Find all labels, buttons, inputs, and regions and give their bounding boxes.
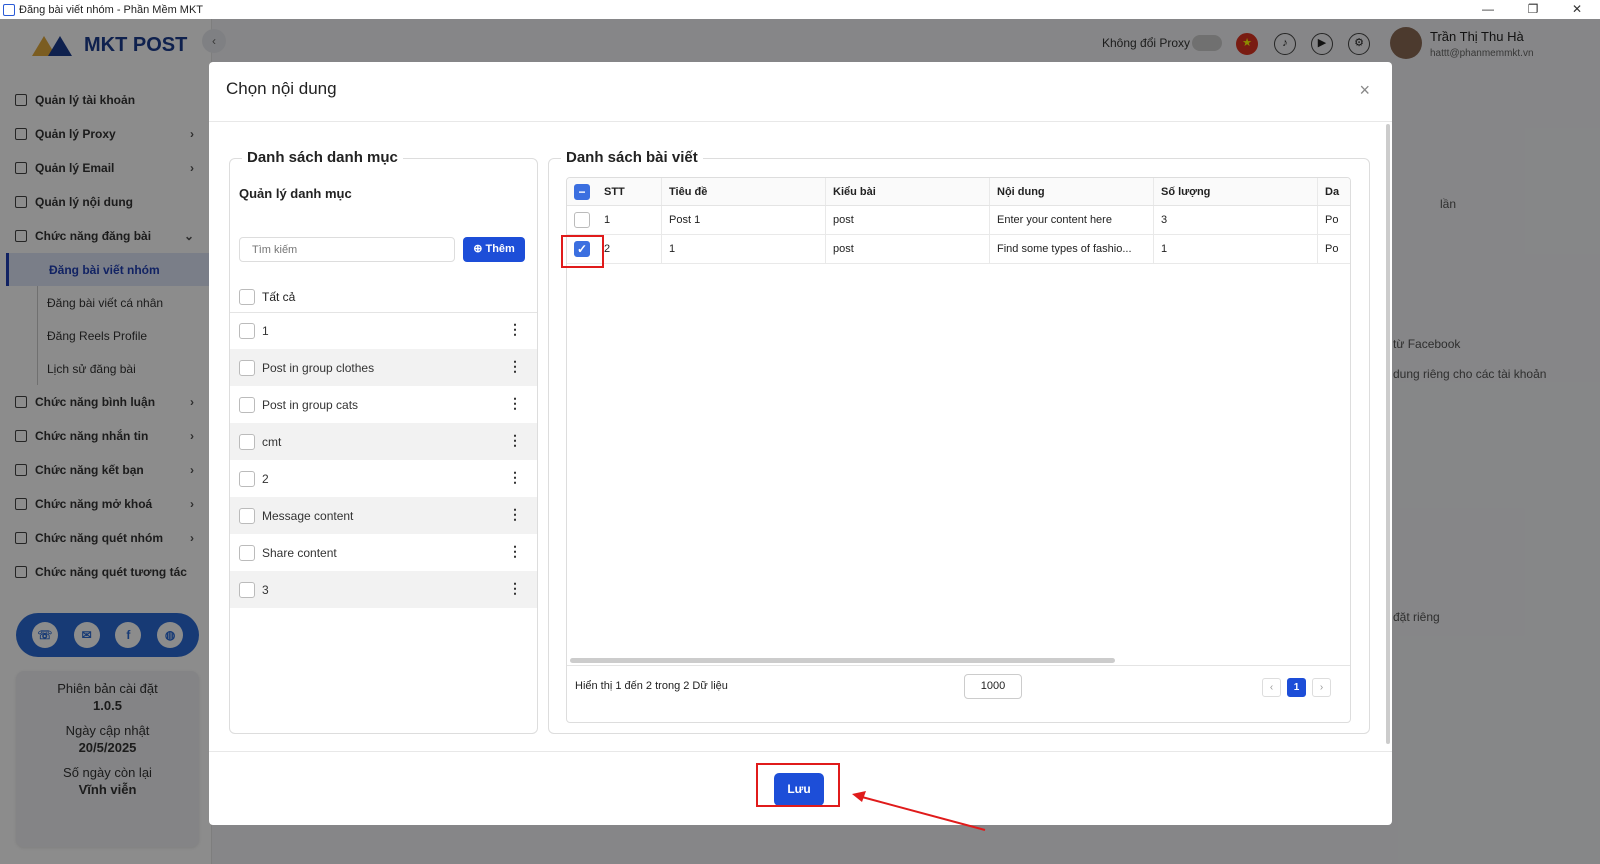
annotation-arrow <box>852 791 986 831</box>
